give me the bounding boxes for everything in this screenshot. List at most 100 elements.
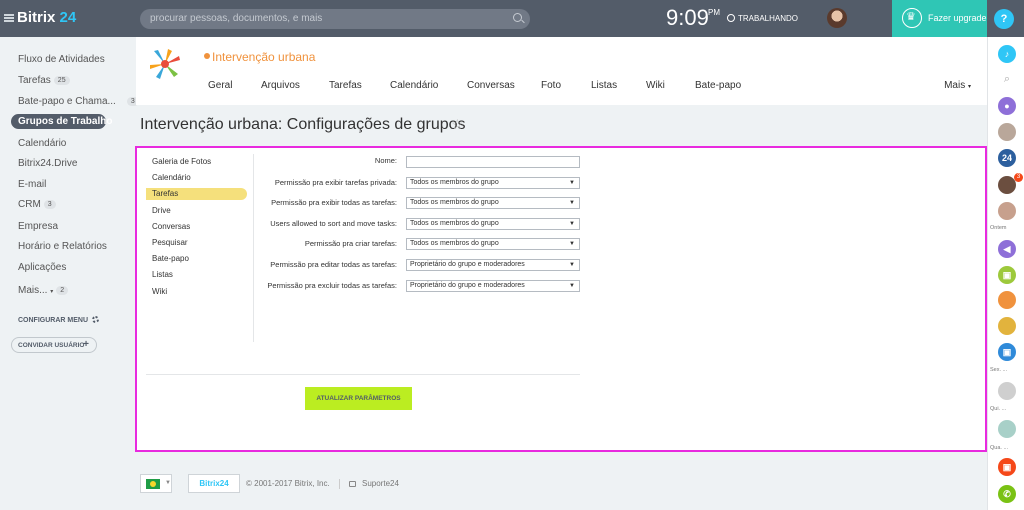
- lock-icon[interactable]: ▣: [998, 458, 1016, 476]
- field-label-edit-all: Permissão pra editar todas as tarefas:: [270, 260, 397, 269]
- select-edit-all[interactable]: Proprietário do grupo e moderadores ▼: [406, 259, 580, 271]
- tab-files[interactable]: Arquivos: [261, 80, 300, 91]
- bitrix24-badge[interactable]: Bitrix24: [188, 474, 240, 493]
- menu-item-crm[interactable]: CRM 3: [18, 199, 56, 210]
- side-item-drive[interactable]: Drive: [152, 206, 171, 215]
- star-icon[interactable]: ☆: [451, 116, 464, 133]
- search-input[interactable]: procurar pessoas, documentos, e mais: [140, 9, 530, 29]
- menu-item-label: Empresa: [18, 221, 59, 232]
- select-value: Todos os membros do grupo: [410, 220, 499, 227]
- side-item-tasks[interactable]: Tarefas: [152, 189, 178, 198]
- menu-item-label: Mais...: [18, 285, 48, 296]
- phone-icon[interactable]: ✆: [998, 485, 1016, 503]
- right-bar: ♪ ⌕ ● 24 3 Ontem ◀ ▣ ▣ Sex. ... Qui. ...…: [987, 37, 1024, 510]
- brazil-flag-icon: [146, 479, 160, 489]
- side-item-calendar[interactable]: Calendário: [152, 173, 191, 182]
- tab-lists[interactable]: Listas: [591, 80, 617, 91]
- side-item-conversations[interactable]: Conversas: [152, 222, 190, 231]
- group-header: Intervenção urbana Geral Arquivos Tarefa…: [136, 37, 987, 105]
- megaphone-icon[interactable]: ◀: [998, 240, 1016, 258]
- menu-icon[interactable]: [4, 14, 14, 22]
- select-value: Todos os membros do grupo: [410, 240, 499, 247]
- notifications-bell-icon[interactable]: ♪: [998, 45, 1016, 63]
- tab-chat[interactable]: Bate-papo: [695, 80, 741, 91]
- page-title: Intervenção urbana: Configurações de gru…: [140, 116, 466, 133]
- menu-item-label: E-mail: [18, 179, 47, 190]
- menu-item-activity-stream[interactable]: Fluxo de Atividades: [18, 54, 105, 65]
- clock-ampm: PM: [708, 8, 720, 17]
- footer-divider: [339, 479, 340, 489]
- upgrade-button[interactable]: Fazer upgrade: [892, 0, 987, 37]
- group-name-label: Intervenção urbana: [212, 50, 316, 64]
- contact-avatar[interactable]: [998, 202, 1016, 220]
- menu-item-company[interactable]: Empresa: [18, 221, 58, 232]
- menu-item-email[interactable]: E-mail: [18, 179, 46, 190]
- dropdown-arrow-icon: ▼: [569, 283, 575, 289]
- group-name[interactable]: Intervenção urbana: [204, 50, 315, 64]
- work-status-icon: [727, 14, 735, 22]
- select-create[interactable]: Todos os membros do grupo ▼: [406, 238, 580, 250]
- contact-avatar[interactable]: [998, 317, 1016, 335]
- side-item-search[interactable]: Pesquisar: [152, 238, 188, 247]
- group-logo-image: [150, 49, 180, 79]
- menu-item-time-reports[interactable]: Horário e Relatórios: [18, 241, 107, 252]
- status-dot-icon: [204, 53, 210, 59]
- user-avatar[interactable]: [827, 8, 847, 28]
- settings-panel: Galeria de Fotos Calendário Tarefas Driv…: [135, 146, 987, 452]
- select-view-all[interactable]: Todos os membros do grupo ▼: [406, 197, 580, 209]
- tab-conversations[interactable]: Conversas: [467, 80, 515, 91]
- tab-photo[interactable]: Foto: [541, 80, 561, 91]
- menu-item-more[interactable]: Mais... ▾ 2: [18, 285, 69, 296]
- select-sort-move[interactable]: Todos os membros do grupo ▼: [406, 218, 580, 230]
- contact-avatar[interactable]: [998, 123, 1016, 141]
- contact-avatar[interactable]: [998, 420, 1016, 438]
- menu-count-badge: 3: [43, 200, 56, 209]
- app-logo[interactable]: Bitrix 24: [4, 9, 76, 26]
- select-view-private[interactable]: Todos os membros do grupo ▼: [406, 177, 580, 189]
- plus-icon: +: [83, 339, 89, 350]
- logo-text: Bitrix: [17, 9, 56, 26]
- side-item-chat[interactable]: Bate-papo: [152, 254, 189, 263]
- invite-user-button[interactable]: CONVIDAR USUÁRIO +: [11, 337, 97, 353]
- lock-icon[interactable]: ▣: [998, 266, 1016, 284]
- menu-item-drive[interactable]: Bitrix24.Drive: [18, 158, 77, 169]
- select-value: Todos os membros do grupo: [410, 179, 499, 186]
- search-icon[interactable]: ⌕: [998, 70, 1016, 88]
- update-settings-button[interactable]: ATUALIZAR PARÂMETROS: [305, 387, 412, 410]
- invite-user-label: CONVIDAR USUÁRIO: [18, 342, 85, 349]
- tab-more[interactable]: Mais ▾: [944, 80, 971, 91]
- menu-item-chat[interactable]: Bate-papo e Chama... 3: [18, 96, 139, 107]
- help-button[interactable]: ?: [994, 9, 1014, 29]
- chevron-down-icon: ▾: [967, 84, 971, 90]
- unread-badge: 3: [1014, 173, 1023, 182]
- field-label-create: Permissão pra criar tarefas:: [304, 239, 397, 248]
- user-avatar-icon[interactable]: ●: [998, 97, 1016, 115]
- select-delete-all[interactable]: Proprietário do grupo e moderadores ▼: [406, 280, 580, 292]
- menu-item-calendar[interactable]: Calendário: [18, 138, 66, 149]
- tab-calendar[interactable]: Calendário: [390, 80, 438, 91]
- side-item-lists[interactable]: Listas: [152, 270, 173, 279]
- work-status-label: TRABALHANDO: [738, 14, 799, 23]
- tab-wiki[interactable]: Wiki: [646, 80, 665, 91]
- search-icon[interactable]: [513, 13, 522, 22]
- recent-label: Qui. ...: [990, 406, 1007, 412]
- configure-menu-link[interactable]: CONFIGURAR MENU: [18, 316, 99, 324]
- language-selector[interactable]: ▼: [140, 474, 172, 493]
- tab-tasks[interactable]: Tarefas: [329, 80, 362, 91]
- menu-item-applications[interactable]: Aplicações: [18, 262, 66, 273]
- recent-label: Sex. ...: [990, 367, 1008, 373]
- bitrix24-chat-icon[interactable]: 24: [998, 149, 1016, 167]
- group-avatar[interactable]: [998, 291, 1016, 309]
- support-link[interactable]: Suporte24: [362, 479, 399, 488]
- copyright-text: © 2001-2017 Bitrix, Inc.: [246, 479, 330, 488]
- name-field[interactable]: [406, 156, 580, 168]
- tab-general[interactable]: Geral: [208, 80, 232, 91]
- chevron-down-icon: ▼: [165, 480, 171, 486]
- clock[interactable]: 9:09: [666, 5, 709, 31]
- lock-icon[interactable]: ▣: [998, 343, 1016, 361]
- contact-avatar[interactable]: [998, 382, 1016, 400]
- work-status[interactable]: TRABALHANDO: [727, 14, 798, 23]
- side-item-wiki[interactable]: Wiki: [152, 287, 167, 296]
- menu-item-tasks[interactable]: Tarefas 25: [18, 75, 70, 86]
- side-item-photo-gallery[interactable]: Galeria de Fotos: [152, 157, 211, 166]
